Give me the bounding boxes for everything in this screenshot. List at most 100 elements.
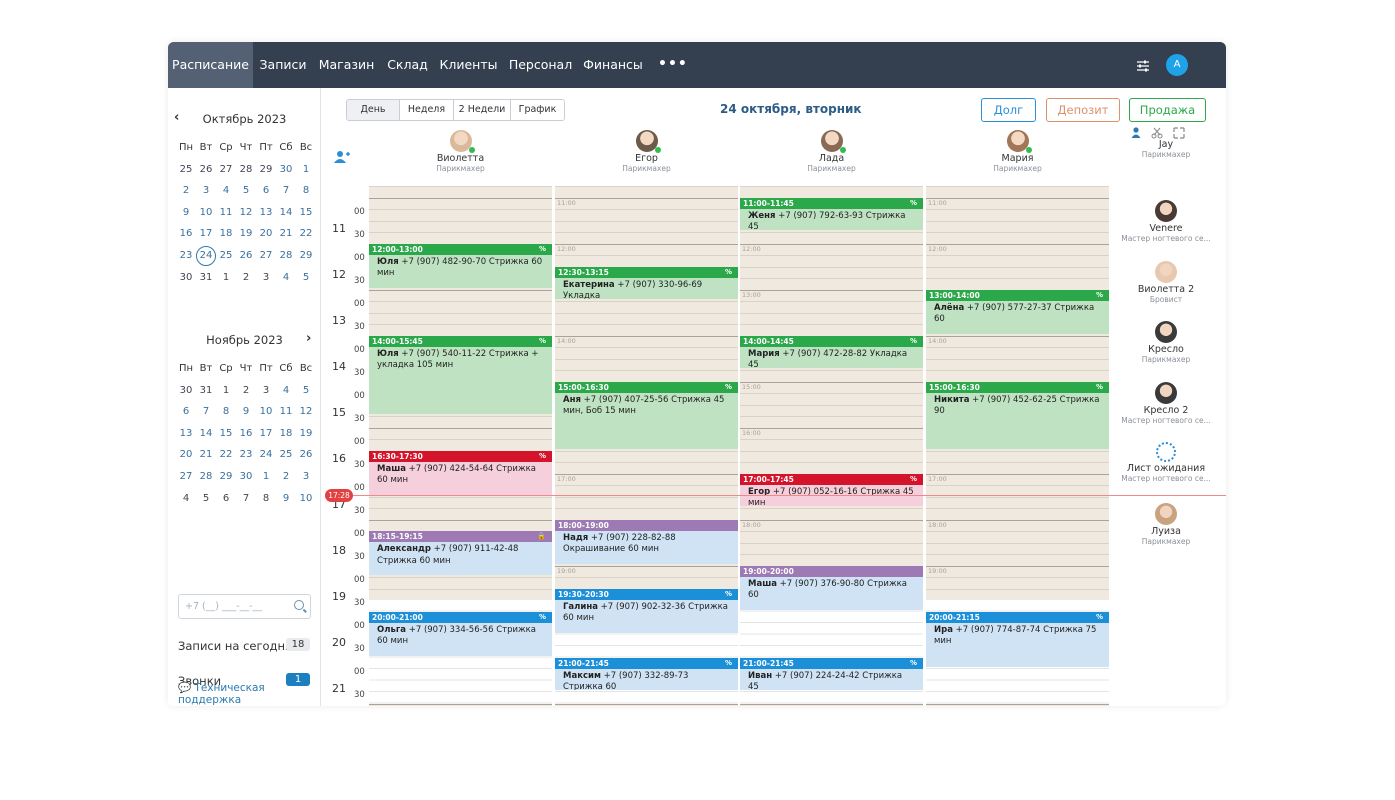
calendar-day[interactable]: 8: [216, 403, 236, 421]
calendar-day[interactable]: 27: [176, 468, 196, 486]
calendar-day[interactable]: 3: [196, 182, 216, 200]
appointment-card[interactable]: 12:30-13:15% Екатерина +7 (907) 330-96-69…: [555, 266, 738, 299]
appointment-card[interactable]: 18:15-19:15 🔒 Александр +7 (907) 911-42-48…: [369, 531, 552, 575]
calendar-day[interactable]: 27: [256, 247, 276, 265]
calendar-day[interactable]: 2: [236, 269, 256, 287]
search-icon[interactable]: [294, 600, 304, 610]
appointment-card[interactable]: 15:00-16:30% Аня +7 (907) 407-25-56 Стриж…: [555, 381, 738, 449]
calendar-day[interactable]: 23: [236, 446, 256, 464]
calendar-day[interactable]: 12: [296, 403, 316, 421]
calendar-day[interactable]: 2: [276, 468, 296, 486]
calendar-day[interactable]: 2: [176, 182, 196, 200]
calendar-day[interactable]: 20: [176, 446, 196, 464]
calendar-day[interactable]: 28: [276, 247, 296, 265]
scissors-icon[interactable]: [1151, 127, 1163, 139]
appointment-card[interactable]: 14:00-14:45% Мария +7 (907) 472-28-82 Укл…: [740, 335, 923, 368]
person-icon[interactable]: [1131, 127, 1141, 138]
expand-icon[interactable]: [1173, 127, 1185, 139]
calendar-day[interactable]: 21: [276, 225, 296, 243]
staff-column-header[interactable]: Лада Парикмахер: [739, 130, 925, 173]
calendar-day[interactable]: 16: [236, 425, 256, 443]
calendar-day[interactable]: 13: [256, 204, 276, 222]
calendar-day[interactable]: 4: [276, 382, 296, 400]
calendar-day[interactable]: 23: [176, 247, 196, 265]
calendar-day[interactable]: 1: [216, 382, 236, 400]
calendar-day[interactable]: 14: [196, 425, 216, 443]
calendar-day[interactable]: 22: [296, 225, 316, 243]
calendar-day[interactable]: 19: [296, 425, 316, 443]
phone-search-input[interactable]: +7 (__) ___-__-__: [178, 594, 311, 619]
calendar-day[interactable]: 9: [236, 403, 256, 421]
calendar-day[interactable]: 24: [256, 446, 276, 464]
calendar-day-today[interactable]: 24: [196, 246, 216, 266]
calendar-day[interactable]: 15: [216, 425, 236, 443]
calendar-day[interactable]: 19: [236, 225, 256, 243]
calendar-day[interactable]: 29: [296, 247, 316, 265]
filter-settings-icon[interactable]: [1136, 59, 1150, 73]
calendar-day[interactable]: 7: [236, 490, 256, 508]
calendar-day[interactable]: 10: [296, 490, 316, 508]
calendar-day[interactable]: 2: [236, 382, 256, 400]
resource-item[interactable]: Виолетта 2 Бровист: [1116, 261, 1216, 304]
appointment-card[interactable]: 15:00-16:30% Никита +7 (907) 452-62-25 Ст…: [926, 381, 1109, 449]
calendar-day[interactable]: 26: [236, 247, 256, 265]
calendar-day[interactable]: 28: [196, 468, 216, 486]
calendar-day[interactable]: 14: [276, 204, 296, 222]
calendar-day[interactable]: 6: [256, 182, 276, 200]
calendar-day[interactable]: 22: [216, 446, 236, 464]
tab-graph[interactable]: График: [511, 100, 564, 120]
nav-records[interactable]: Записи: [253, 42, 313, 88]
calendar-day[interactable]: 21: [196, 446, 216, 464]
calendar-day[interactable]: 25: [176, 161, 196, 179]
nav-finance[interactable]: Финансы: [579, 42, 647, 88]
appointment-card[interactable]: 17:00-17:45% Егор +7 (907) 052-16-16 Стри…: [740, 473, 923, 506]
add-staff-icon[interactable]: [334, 150, 350, 164]
calendar-day[interactable]: 30: [176, 269, 196, 287]
calendar-day[interactable]: 16: [176, 225, 196, 243]
calendar-day[interactable]: 5: [296, 382, 316, 400]
calendar-day[interactable]: 26: [196, 161, 216, 179]
next-month-icon[interactable]: ›: [306, 331, 311, 346]
calendar-day[interactable]: 6: [176, 403, 196, 421]
nav-clients[interactable]: Клиенты: [435, 42, 502, 88]
calendar-day[interactable]: 29: [216, 468, 236, 486]
calendar-day[interactable]: 4: [176, 490, 196, 508]
resource-item[interactable]: Jay Парикмахер: [1116, 138, 1216, 159]
resource-item[interactable]: Venere Мастер ногтевого се...: [1116, 200, 1216, 243]
calendar-day[interactable]: 12: [236, 204, 256, 222]
resource-item[interactable]: Кресло 2 Мастер ногтевого се...: [1116, 382, 1216, 425]
appointment-card[interactable]: 19:30-20:30% Галина +7 (907) 902-32-36 Ст…: [555, 588, 738, 633]
calendar-day[interactable]: 10: [196, 204, 216, 222]
more-menu-icon[interactable]: •••: [658, 56, 688, 72]
calendar-day[interactable]: 20: [256, 225, 276, 243]
resource-item[interactable]: Лист ожидания Мастер ногтевого се...: [1116, 442, 1216, 483]
calendar-day[interactable]: 18: [216, 225, 236, 243]
calendar-day[interactable]: 1: [296, 161, 316, 179]
calendar-day[interactable]: 28: [236, 161, 256, 179]
calendar-day[interactable]: 26: [296, 446, 316, 464]
calendar-day[interactable]: 3: [256, 382, 276, 400]
nav-staff[interactable]: Персонал: [502, 42, 579, 88]
appointment-card[interactable]: 20:00-21:00% Ольга +7 (907) 334-56-56 Стр…: [369, 611, 552, 656]
sale-button[interactable]: Продажа: [1129, 98, 1206, 122]
calendar-day[interactable]: 4: [276, 269, 296, 287]
appointment-card[interactable]: 19:00-20:00 Маша +7 (907) 376-90-80 Стриж…: [740, 565, 923, 610]
today-records-label[interactable]: Записи на сегодня: [178, 639, 292, 653]
deposit-button[interactable]: Депозит: [1046, 98, 1120, 122]
calendar-day[interactable]: 25: [276, 446, 296, 464]
appointment-card[interactable]: 14:00-15:45% Юля +7 (907) 540-11-22 Стриж…: [369, 335, 552, 414]
calendar-day[interactable]: 13: [176, 425, 196, 443]
staff-column-header[interactable]: Виолетта Парикмахер: [368, 130, 554, 173]
appointment-card[interactable]: 21:00-21:45% Максим +7 (907) 332-89-73 Ст…: [555, 657, 738, 690]
staff-column-header[interactable]: Егор Парикмахер: [554, 130, 740, 173]
tab-week[interactable]: Неделя: [400, 100, 454, 120]
calendar-day[interactable]: 10: [256, 403, 276, 421]
calendar-day[interactable]: 8: [296, 182, 316, 200]
calendar-day[interactable]: 31: [196, 269, 216, 287]
calendar-day[interactable]: 18: [276, 425, 296, 443]
nav-schedule[interactable]: Расписание: [168, 42, 253, 88]
calendar-day[interactable]: 27: [216, 161, 236, 179]
calendar-day[interactable]: 5: [196, 490, 216, 508]
calendar-day[interactable]: 9: [176, 204, 196, 222]
appointment-card[interactable]: 13:00-14:00% Алёна +7 (907) 577-27-37 Стр…: [926, 289, 1109, 334]
